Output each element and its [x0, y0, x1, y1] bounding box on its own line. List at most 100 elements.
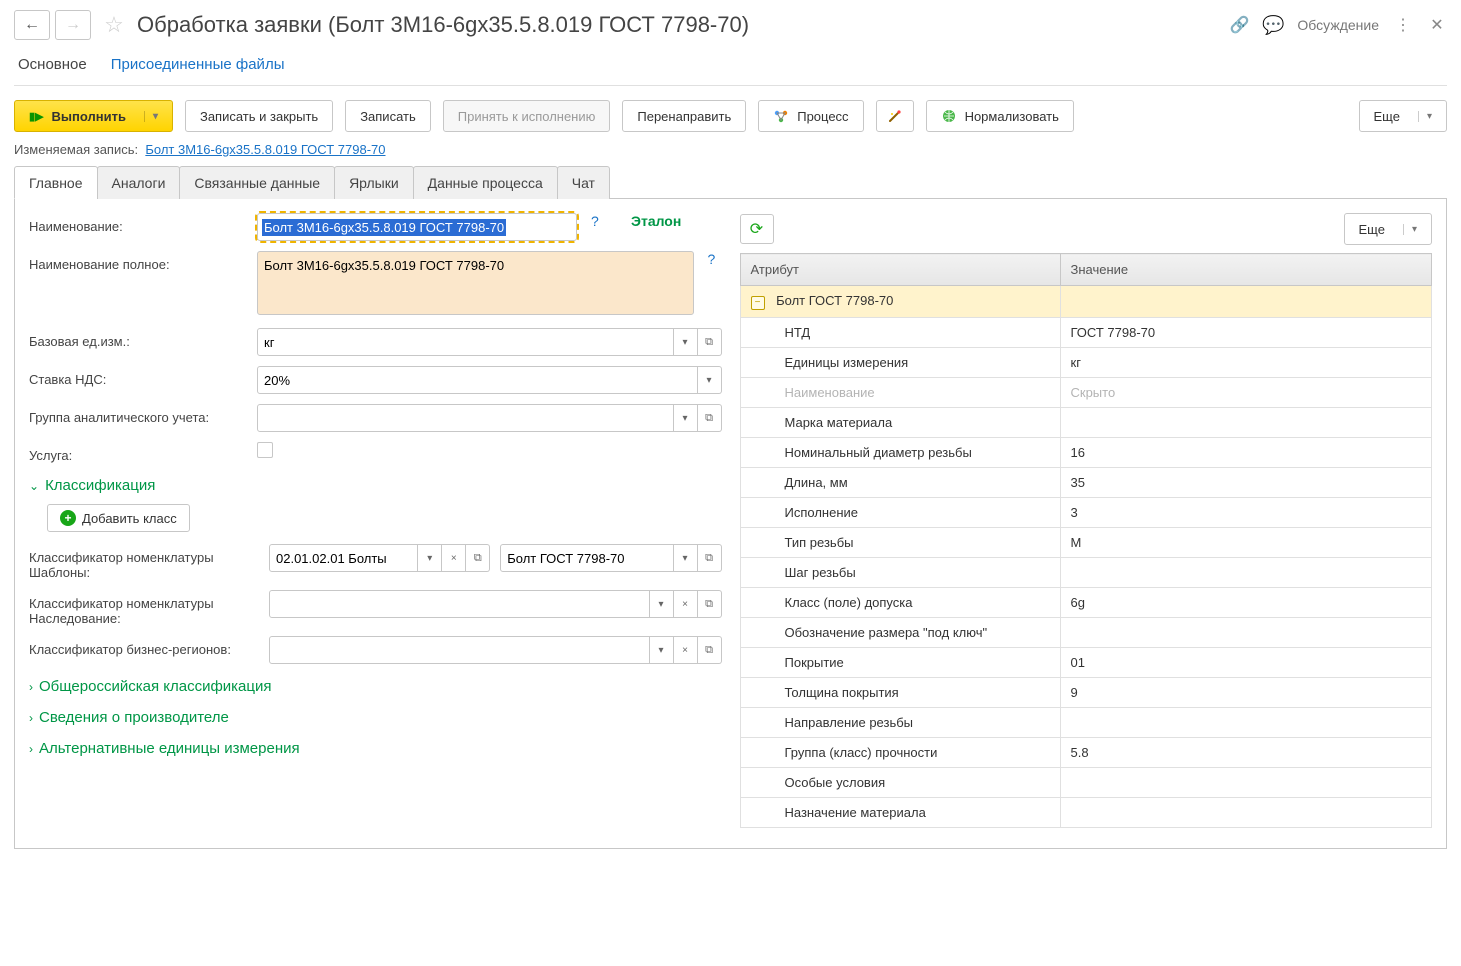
- vat-input[interactable]: [257, 366, 698, 394]
- tab-3[interactable]: Ярлыки: [334, 166, 414, 199]
- tab-1[interactable]: Аналоги: [97, 166, 181, 199]
- table-row[interactable]: Длина, мм35: [740, 467, 1432, 497]
- nav-forward-button[interactable]: →: [55, 10, 91, 40]
- save-button[interactable]: Записать: [345, 100, 431, 132]
- table-row[interactable]: НаименованиеСкрыто: [740, 377, 1432, 407]
- left-pane: Наименование: Болт 3М16-6gx35.5.8.019 ГО…: [29, 213, 722, 834]
- dropdown-icon[interactable]: ▾: [698, 366, 722, 394]
- close-icon[interactable]: ✕: [1427, 15, 1447, 35]
- attr-name: Покрытие: [740, 647, 1060, 677]
- table-row[interactable]: Шаг резьбы: [740, 557, 1432, 587]
- dropdown-icon[interactable]: ▾: [674, 404, 698, 432]
- col-attribute[interactable]: Атрибут: [740, 254, 1060, 286]
- table-row[interactable]: Назначение материала: [740, 797, 1432, 827]
- redirect-button[interactable]: Перенаправить: [622, 100, 746, 132]
- open-icon[interactable]: ⧉: [698, 404, 722, 432]
- classification-group[interactable]: ⌄ Классификация: [29, 477, 722, 494]
- chevron-down-icon[interactable]: ▾: [1418, 111, 1432, 122]
- help-icon[interactable]: ?: [591, 213, 605, 229]
- table-row[interactable]: Номинальный диаметр резьбы16: [740, 437, 1432, 467]
- discuss-icon[interactable]: 💬: [1263, 15, 1283, 35]
- table-row[interactable]: Особые условия: [740, 767, 1432, 797]
- name-input[interactable]: Болт 3М16-6gx35.5.8.019 ГОСТ 7798-70: [257, 213, 577, 241]
- chevron-down-icon[interactable]: ▾: [144, 111, 158, 122]
- inh-class-input[interactable]: [269, 590, 650, 618]
- table-row[interactable]: Обозначение размера "под ключ": [740, 617, 1432, 647]
- attr-value: 16: [1060, 437, 1432, 467]
- dropdown-icon[interactable]: ▾: [674, 544, 698, 572]
- open-icon[interactable]: ⧉: [698, 636, 722, 664]
- okp-group[interactable]: › Общероссийская классификация: [29, 678, 722, 695]
- table-row[interactable]: Марка материала: [740, 407, 1432, 437]
- attr-value: 9: [1060, 677, 1432, 707]
- table-row[interactable]: Исполнение3: [740, 497, 1432, 527]
- open-icon[interactable]: ⧉: [698, 590, 722, 618]
- attribute-table: Атрибут Значение − Болт ГОСТ 7798-70 НТД…: [740, 253, 1433, 828]
- table-row[interactable]: Единицы измерениякг: [740, 347, 1432, 377]
- chevron-down-icon[interactable]: ▾: [1403, 224, 1417, 235]
- magic-button[interactable]: [876, 100, 914, 132]
- table-row[interactable]: Группа (класс) прочности5.8: [740, 737, 1432, 767]
- attr-name: НТД: [740, 317, 1060, 347]
- save-close-button[interactable]: Записать и закрыть: [185, 100, 333, 132]
- clear-icon[interactable]: ×: [442, 544, 466, 572]
- record-link[interactable]: Болт 3М16-6gx35.5.8.019 ГОСТ 7798-70: [145, 142, 385, 157]
- normalize-button[interactable]: Нормализовать: [926, 100, 1074, 132]
- table-row[interactable]: Толщина покрытия9: [740, 677, 1432, 707]
- attr-value: [1060, 407, 1432, 437]
- open-icon[interactable]: ⧉: [466, 544, 490, 572]
- producer-group[interactable]: › Сведения о производителе: [29, 709, 722, 726]
- acct-group-input[interactable]: [257, 404, 674, 432]
- tab-2[interactable]: Связанные данные: [179, 166, 335, 199]
- discuss-link[interactable]: Обсуждение: [1297, 17, 1379, 33]
- attr-name: Номинальный диаметр резьбы: [740, 437, 1060, 467]
- more-button[interactable]: Еще ▾: [1359, 100, 1447, 132]
- dropdown-icon[interactable]: ▾: [650, 590, 674, 618]
- service-checkbox[interactable]: [257, 442, 273, 458]
- open-icon[interactable]: ⧉: [698, 544, 722, 572]
- col-value[interactable]: Значение: [1060, 254, 1432, 286]
- section-main[interactable]: Основное: [18, 56, 87, 75]
- dropdown-icon[interactable]: ▾: [650, 636, 674, 664]
- tab-4[interactable]: Данные процесса: [413, 166, 558, 199]
- tab-0[interactable]: Главное: [14, 166, 98, 199]
- table-row[interactable]: Тип резьбыМ: [740, 527, 1432, 557]
- main-toolbar: ▮▶ Выполнить ▾ Записать и закрыть Записа…: [14, 100, 1447, 132]
- tab-5[interactable]: Чат: [557, 166, 610, 199]
- add-class-button[interactable]: + Добавить класс: [47, 504, 190, 532]
- attr-value: [1060, 797, 1432, 827]
- attr-name: Длина, мм: [740, 467, 1060, 497]
- collapse-icon[interactable]: −: [751, 296, 765, 310]
- favorite-icon[interactable]: ☆: [101, 12, 127, 38]
- execute-button[interactable]: ▮▶ Выполнить ▾: [14, 100, 173, 132]
- attr-root-row[interactable]: − Болт ГОСТ 7798-70: [740, 286, 1432, 318]
- attr-name: Единицы измерения: [740, 347, 1060, 377]
- table-row[interactable]: Направление резьбы: [740, 707, 1432, 737]
- attr-value: 5.8: [1060, 737, 1432, 767]
- table-row[interactable]: НТДГОСТ 7798-70: [740, 317, 1432, 347]
- right-more-button[interactable]: Еще ▾: [1344, 213, 1432, 245]
- refresh-button[interactable]: ⟳: [740, 214, 774, 244]
- base-uom-input[interactable]: [257, 328, 674, 356]
- attr-value: 35: [1060, 467, 1432, 497]
- process-button[interactable]: Процесс: [758, 100, 863, 132]
- link-icon[interactable]: 🔗: [1229, 15, 1249, 35]
- tpl-class-input[interactable]: [269, 544, 418, 572]
- kebab-icon[interactable]: ⋮: [1393, 15, 1413, 35]
- open-icon[interactable]: ⧉: [698, 328, 722, 356]
- full-name-input[interactable]: [257, 251, 694, 315]
- chevron-right-icon: ›: [29, 680, 33, 694]
- tpl-sub-input[interactable]: [500, 544, 673, 572]
- section-files[interactable]: Присоединенные файлы: [111, 56, 285, 75]
- help-icon[interactable]: ?: [708, 251, 722, 267]
- table-row[interactable]: Покрытие01: [740, 647, 1432, 677]
- clear-icon[interactable]: ×: [674, 590, 698, 618]
- biz-class-input[interactable]: [269, 636, 650, 664]
- nav-back-button[interactable]: ←: [14, 10, 50, 40]
- attr-name: Исполнение: [740, 497, 1060, 527]
- alt-uom-group[interactable]: › Альтернативные единицы измерения: [29, 740, 722, 757]
- dropdown-icon[interactable]: ▾: [418, 544, 442, 572]
- table-row[interactable]: Класс (поле) допуска6g: [740, 587, 1432, 617]
- dropdown-icon[interactable]: ▾: [674, 328, 698, 356]
- clear-icon[interactable]: ×: [674, 636, 698, 664]
